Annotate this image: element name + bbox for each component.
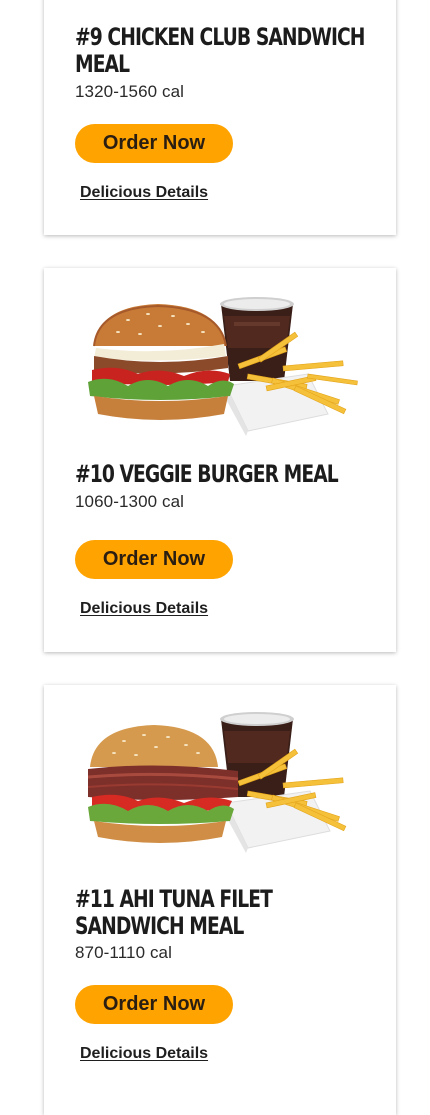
meal-title: #9 CHICKEN CLUB SANDWICH MEAL (75, 23, 365, 78)
meal-card-9: #9 CHICKEN CLUB SANDWICH MEAL 1320-1560 … (44, 0, 396, 235)
ahi-tuna-sandwich-meal-image (88, 712, 347, 853)
delicious-details-link[interactable]: Delicious Details (80, 600, 208, 618)
meal-calories: 870-1110 cal (75, 943, 172, 962)
delicious-details-link[interactable]: Delicious Details (80, 184, 208, 202)
order-now-button[interactable]: Order Now (75, 124, 233, 163)
meal-calories: 1060-1300 cal (75, 492, 185, 511)
delicious-details-link[interactable]: Delicious Details (80, 1045, 208, 1063)
veggie-burger-meal-image (88, 297, 358, 436)
meal-card-11: #11 AHI TUNA FILET SANDWICH MEAL 870-111… (44, 685, 396, 1115)
meal-title: #10 VEGGIE BURGER MEAL (75, 460, 339, 488)
order-now-button[interactable]: Order Now (75, 540, 233, 579)
meal-card-10: #10 VEGGIE BURGER MEAL 1060-1300 cal Ord… (44, 268, 396, 652)
meal-title: #11 AHI TUNA FILET SANDWICH MEAL (75, 885, 273, 940)
meal-calories: 1320-1560 cal (75, 82, 185, 101)
order-now-button[interactable]: Order Now (75, 985, 233, 1024)
